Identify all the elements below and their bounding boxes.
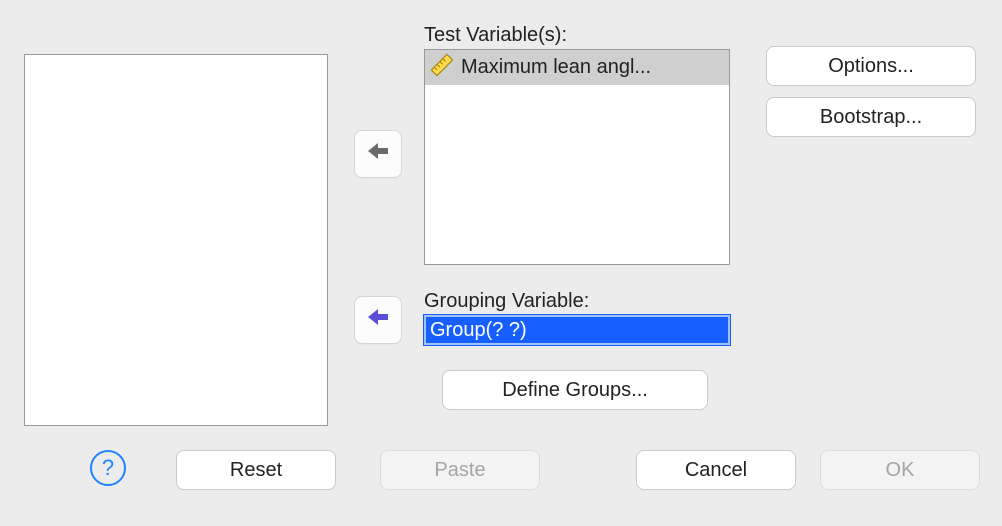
move-to-grouping-variable-button[interactable] xyxy=(354,296,402,344)
grouping-variable-label: Grouping Variable: xyxy=(424,290,730,313)
test-variables-label: Test Variable(s): xyxy=(424,24,730,47)
ruler-icon xyxy=(429,52,455,84)
help-icon: ? xyxy=(102,455,114,481)
source-variable-list[interactable] xyxy=(24,54,328,426)
move-to-test-variables-button[interactable] xyxy=(354,130,402,178)
reset-button-label: Reset xyxy=(230,459,282,482)
define-groups-button[interactable]: Define Groups... xyxy=(442,370,708,410)
grouping-variable-field[interactable]: Group(? ?) xyxy=(424,315,730,345)
define-groups-button-label: Define Groups... xyxy=(502,379,648,402)
reset-button[interactable]: Reset xyxy=(176,450,336,490)
list-item[interactable]: Maximum lean angl... xyxy=(425,50,729,85)
cancel-button-label: Cancel xyxy=(685,459,747,482)
grouping-variable-value: Group(? ?) xyxy=(430,318,527,342)
options-button[interactable]: Options... xyxy=(766,46,976,86)
paste-button-label: Paste xyxy=(434,459,485,482)
arrow-left-icon xyxy=(364,305,392,335)
define-groups-wrap: Define Groups... xyxy=(442,370,708,410)
cancel-button[interactable]: Cancel xyxy=(636,450,796,490)
grouping-variable-section: Grouping Variable: Group(? ?) xyxy=(424,290,730,345)
bootstrap-button[interactable]: Bootstrap... xyxy=(766,97,976,137)
dialog-root: Test Variable(s): Maximum lean angl... xyxy=(0,0,1002,526)
arrow-left-icon xyxy=(364,139,392,169)
list-item-label: Maximum lean angl... xyxy=(461,56,651,79)
help-button[interactable]: ? xyxy=(90,450,126,486)
bootstrap-button-label: Bootstrap... xyxy=(820,106,922,129)
ok-button-label: OK xyxy=(886,459,915,482)
test-variables-list[interactable]: Maximum lean angl... xyxy=(424,49,730,265)
test-variables-section: Test Variable(s): Maximum lean angl... xyxy=(424,24,730,265)
options-button-label: Options... xyxy=(828,55,914,78)
ok-button: OK xyxy=(820,450,980,490)
paste-button: Paste xyxy=(380,450,540,490)
